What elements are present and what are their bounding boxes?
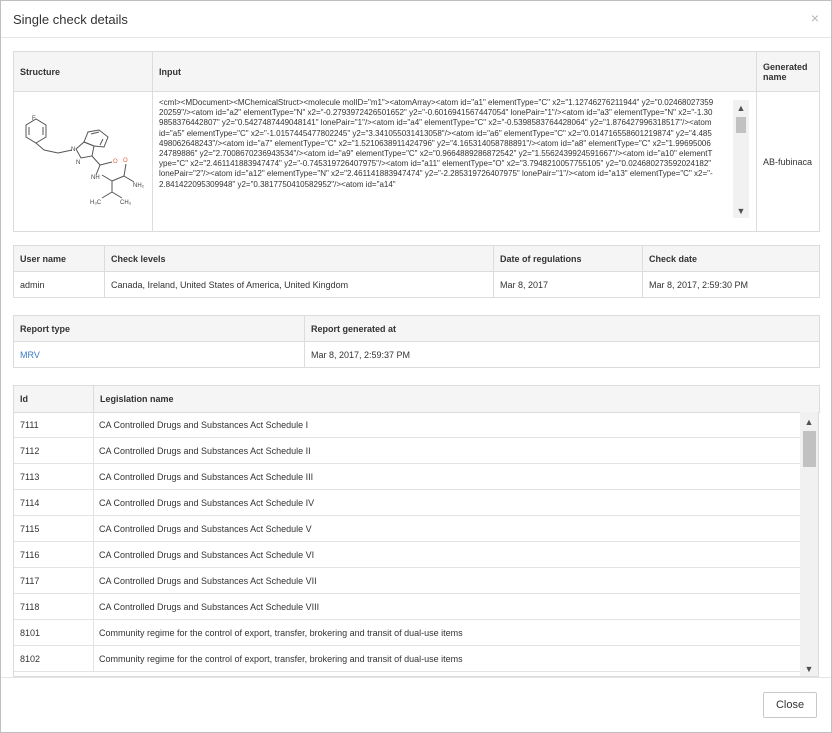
report-generated-value: Mar 8, 2017, 2:59:37 PM (304, 341, 820, 368)
legislation-name: CA Controlled Drugs and Substances Act S… (99, 524, 312, 534)
user-name-value: admin (13, 271, 105, 298)
scrollbar-thumb[interactable] (736, 117, 746, 133)
close-icon[interactable]: × (811, 11, 819, 25)
column-divider (93, 646, 94, 672)
atom-label-h3c: H₃C (90, 200, 102, 206)
dialog-title: Single check details (13, 12, 128, 27)
scroll-down-icon[interactable]: ▼ (800, 664, 818, 674)
check-date-header: Check date (642, 245, 820, 272)
legislation-name: CA Controlled Drugs and Substances Act S… (99, 420, 309, 430)
legislation-id: 7118 (20, 602, 40, 612)
check-date-value: Mar 8, 2017, 2:59:30 PM (642, 271, 820, 298)
date-of-regulations-value: Mar 8, 2017 (493, 271, 643, 298)
legislation-name: Community regime for the control of expo… (99, 654, 463, 664)
legislation-id: 8102 (20, 654, 41, 664)
legislation-name: CA Controlled Drugs and Substances Act S… (99, 550, 315, 560)
dialog-footer: Close (1, 677, 831, 733)
single-check-details-dialog: Single check details × Structure Input G… (0, 0, 832, 733)
legislation-name-header: Legislation name (93, 385, 820, 413)
scroll-up-icon[interactable]: ▲ (733, 103, 749, 113)
input-cell: <cml><MDocument><MChemicalStruct><molecu… (152, 91, 757, 232)
column-divider (93, 542, 94, 568)
generated-name-cell: AB-fubinaca (756, 91, 820, 232)
column-divider (93, 438, 94, 464)
column-divider (93, 464, 94, 490)
date-of-regulations-header: Date of regulations (493, 245, 643, 272)
legislation-name: CA Controlled Drugs and Substances Act S… (99, 472, 314, 482)
check-levels-value: Canada, Ireland, United States of Americ… (104, 271, 494, 298)
scroll-up-icon[interactable]: ▲ (800, 417, 818, 427)
input-textarea[interactable]: <cml><MDocument><MChemicalStruct><molecu… (159, 98, 715, 222)
report-table: Report type Report generated at MRV Mar … (13, 315, 820, 368)
structure-table: Structure Input Generated name F N N O N… (13, 51, 820, 232)
legislation-name: CA Controlled Drugs and Substances Act S… (99, 602, 320, 612)
column-divider (93, 594, 94, 620)
close-button[interactable]: Close (763, 692, 817, 718)
legislation-id: 7116 (20, 550, 40, 560)
legislation-list[interactable]: 7111 CA Controlled Drugs and Substances A… (13, 412, 819, 677)
legislation-row[interactable]: 7111 CA Controlled Drugs and Substances A… (14, 412, 800, 438)
legislation-row[interactable]: 7118 CA Controlled Drugs and Substances A… (14, 594, 800, 620)
legislation-row[interactable]: 7117 CA Controlled Drugs and Substances A… (14, 568, 800, 594)
dialog-header: Single check details × (1, 1, 831, 38)
atom-label-nh: NH (91, 175, 100, 181)
legislation-id: 7112 (20, 446, 40, 456)
column-divider (93, 412, 94, 438)
legislation-row[interactable]: 7116 CA Controlled Drugs and Substances A… (14, 542, 800, 568)
legislation-name: CA Controlled Drugs and Substances Act S… (99, 446, 311, 456)
report-generated-header: Report generated at (304, 315, 820, 342)
legislation-header-table: Id Legislation name (13, 385, 820, 413)
column-divider (93, 490, 94, 516)
atom-label-o1: O (113, 159, 118, 165)
legislation-id: 8101 (20, 628, 41, 638)
check-levels-header: Check levels (104, 245, 494, 272)
structure-cell: F N N O NH O NH₂ H₃C CH₃ (13, 91, 153, 232)
report-type-link[interactable]: MRV (20, 350, 40, 360)
legislation-id: 7115 (20, 524, 40, 534)
legislation-row[interactable]: 7115 CA Controlled Drugs and Substances A… (14, 516, 800, 542)
atom-label-n2: N (76, 160, 80, 166)
input-header: Input (152, 51, 757, 92)
input-scrollbar[interactable]: ▲ ▼ (733, 100, 749, 218)
legislation-row[interactable]: 8101 Community regime for the control of … (14, 620, 800, 646)
scroll-down-icon[interactable]: ▼ (733, 206, 749, 216)
scrollbar-thumb[interactable] (803, 431, 816, 467)
column-divider (93, 620, 94, 646)
id-header: Id (13, 385, 94, 413)
user-name-header: User name (13, 245, 105, 272)
legislation-id: 7117 (20, 576, 40, 586)
legislation-row[interactable]: 7112 CA Controlled Drugs and Substances A… (14, 438, 800, 464)
column-divider (93, 516, 94, 542)
generated-name-header: Generated name (756, 51, 820, 92)
column-divider (93, 568, 94, 594)
molecule-structure-image: F N N O NH O NH₂ H₃C CH₃ (25, 116, 145, 206)
legislation-row[interactable]: 7114 CA Controlled Drugs and Substances A… (14, 490, 800, 516)
atom-label-n1: N (71, 147, 75, 153)
legislation-name: Community regime for the control of expo… (99, 628, 463, 638)
legislation-scrollbar[interactable]: ▲ ▼ (800, 412, 818, 676)
legislation-name: CA Controlled Drugs and Substances Act S… (99, 498, 315, 508)
atom-label-f: F (32, 116, 36, 122)
report-type-header: Report type (13, 315, 305, 342)
legislation-id: 7111 (20, 420, 39, 430)
legislation-row[interactable]: 7113 CA Controlled Drugs and Substances A… (14, 464, 800, 490)
legislation-id: 7113 (20, 472, 40, 482)
structure-header: Structure (13, 51, 153, 92)
atom-label-nh2: NH₂ (133, 183, 145, 189)
legislation-row[interactable]: 8102 Community regime for the control of … (14, 646, 800, 672)
atom-label-ch3: CH₃ (120, 200, 132, 206)
legislation-id: 7114 (20, 498, 40, 508)
legislation-name: CA Controlled Drugs and Substances Act S… (99, 576, 317, 586)
report-type-link-cell: MRV (13, 341, 305, 368)
atom-label-o2: O (123, 158, 128, 164)
user-info-table: User name Check levels Date of regulatio… (13, 245, 820, 298)
